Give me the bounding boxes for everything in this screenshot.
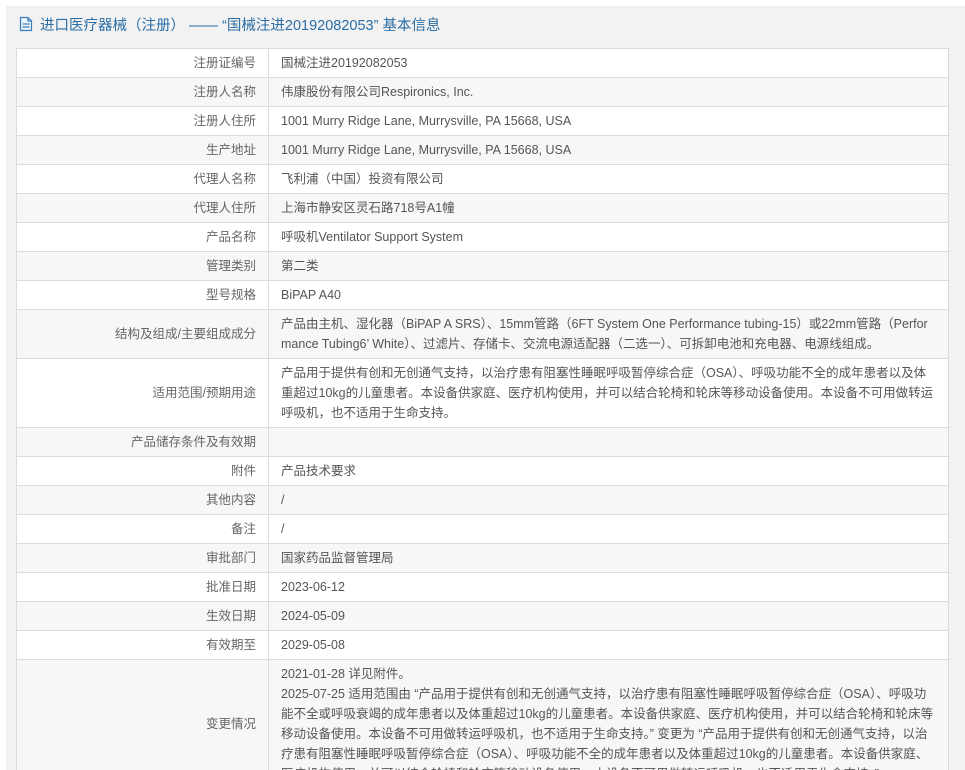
row-value: 产品用于提供有创和无创通气支持，以治疗患有阻塞性睡眠呼吸暂停综合症（OSA）、呼… (269, 359, 949, 428)
row-value: 第二类 (269, 252, 949, 281)
row-label: 审批部门 (17, 544, 269, 573)
row-value: / (269, 515, 949, 544)
row-value: 国械注进20192082053 (269, 49, 949, 78)
table-row: 附件 产品技术要求 (17, 457, 949, 486)
row-value: 2023-06-12 (269, 573, 949, 602)
table-row: 产品储存条件及有效期 (17, 428, 949, 457)
row-label: 生效日期 (17, 602, 269, 631)
row-value: 飞利浦（中国）投资有限公司 (269, 165, 949, 194)
table-row: 代理人住所 上海市静安区灵石路718号A1幢 (17, 194, 949, 223)
row-label: 变更情况 (17, 660, 269, 770)
table-row: 管理类别 第二类 (17, 252, 949, 281)
table-row: 生效日期 2024-05-09 (17, 602, 949, 631)
row-label: 注册人住所 (17, 107, 269, 136)
row-value: 国家药品监督管理局 (269, 544, 949, 573)
table-row: 变更情况 2021-01-28 详见附件。 2025-07-25 适用范围由 “… (17, 660, 949, 770)
row-value: 伟康股份有限公司Respironics, Inc. (269, 78, 949, 107)
table-row: 审批部门 国家药品监督管理局 (17, 544, 949, 573)
row-value: 1001 Murry Ridge Lane, Murrysville, PA 1… (269, 136, 949, 165)
table-row: 注册证编号 国械注进20192082053 (17, 49, 949, 78)
row-label: 注册证编号 (17, 49, 269, 78)
table-row: 结构及组成/主要组成成分 产品由主机、湿化器（BiPAP A SRS）、15mm… (17, 310, 949, 359)
row-label: 其他内容 (17, 486, 269, 515)
row-label: 批准日期 (17, 573, 269, 602)
table-row: 适用范围/预期用途 产品用于提供有创和无创通气支持，以治疗患有阻塞性睡眠呼吸暂停… (17, 359, 949, 428)
table-row: 代理人名称 飞利浦（中国）投资有限公司 (17, 165, 949, 194)
row-label: 注册人名称 (17, 78, 269, 107)
table-row: 型号规格 BiPAP A40 (17, 281, 949, 310)
page-background: 进口医疗器械（注册） —— “国械注进20192082053” 基本信息 注册证… (6, 6, 965, 770)
table-row: 备注 / (17, 515, 949, 544)
row-value: 上海市静安区灵石路718号A1幢 (269, 194, 949, 223)
page-title: 进口医疗器械（注册） —— “国械注进20192082053” 基本信息 (40, 17, 440, 36)
row-label: 备注 (17, 515, 269, 544)
row-label: 产品储存条件及有效期 (17, 428, 269, 457)
table-row: 其他内容 / (17, 486, 949, 515)
page-header: 进口医疗器械（注册） —— “国械注进20192082053” 基本信息 (6, 6, 965, 45)
row-value: 产品由主机、湿化器（BiPAP A SRS）、15mm管路（6FT System… (269, 310, 949, 359)
row-label: 有效期至 (17, 631, 269, 660)
row-value: 2024-05-09 (269, 602, 949, 631)
row-value: 呼吸机Ventilator Support System (269, 223, 949, 252)
row-value: BiPAP A40 (269, 281, 949, 310)
row-label: 生产地址 (17, 136, 269, 165)
row-label: 代理人住所 (17, 194, 269, 223)
table-row: 注册人住所 1001 Murry Ridge Lane, Murrysville… (17, 107, 949, 136)
document-icon (19, 16, 33, 37)
row-label: 附件 (17, 457, 269, 486)
row-value: 2029-05-08 (269, 631, 949, 660)
row-value: 产品技术要求 (269, 457, 949, 486)
row-label: 适用范围/预期用途 (17, 359, 269, 428)
table-row: 产品名称 呼吸机Ventilator Support System (17, 223, 949, 252)
row-value: / (269, 486, 949, 515)
row-label: 型号规格 (17, 281, 269, 310)
row-value: 1001 Murry Ridge Lane, Murrysville, PA 1… (269, 107, 949, 136)
table-row: 有效期至 2029-05-08 (17, 631, 949, 660)
table-row: 生产地址 1001 Murry Ridge Lane, Murrysville,… (17, 136, 949, 165)
row-value (269, 428, 949, 457)
row-label: 产品名称 (17, 223, 269, 252)
row-label: 代理人名称 (17, 165, 269, 194)
table-row: 批准日期 2023-06-12 (17, 573, 949, 602)
row-label: 管理类别 (17, 252, 269, 281)
row-value-change-history: 2021-01-28 详见附件。 2025-07-25 适用范围由 “产品用于提… (269, 660, 949, 770)
table-row: 注册人名称 伟康股份有限公司Respironics, Inc. (17, 78, 949, 107)
row-label: 结构及组成/主要组成成分 (17, 310, 269, 359)
registration-info-table: 注册证编号 国械注进20192082053 注册人名称 伟康股份有限公司Resp… (16, 48, 949, 770)
